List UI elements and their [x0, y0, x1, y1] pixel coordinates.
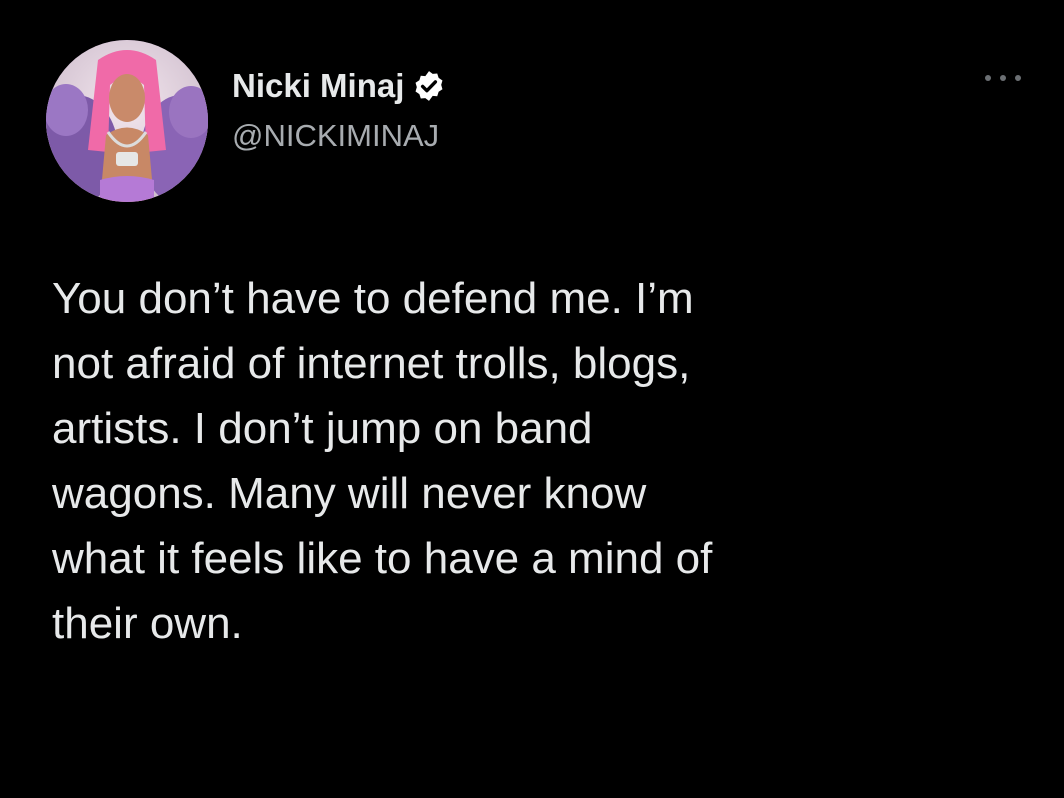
dot	[1000, 75, 1006, 81]
more-options-icon[interactable]	[985, 68, 1021, 88]
display-name[interactable]: Nicki Minaj	[232, 67, 404, 105]
verified-badge-icon	[412, 69, 446, 103]
tweet-text: You don’t have to defend me. I’m not afr…	[52, 274, 713, 648]
user-handle[interactable]: @NICKIMINAJ	[232, 118, 439, 154]
dot	[985, 75, 991, 81]
profile-photo	[46, 40, 208, 202]
dot	[1015, 75, 1021, 81]
avatar[interactable]	[46, 40, 208, 202]
tweet-card: Nicki Minaj @NICKIMINAJ You don’t have t…	[0, 0, 1064, 798]
name-row: Nicki Minaj	[232, 66, 446, 106]
